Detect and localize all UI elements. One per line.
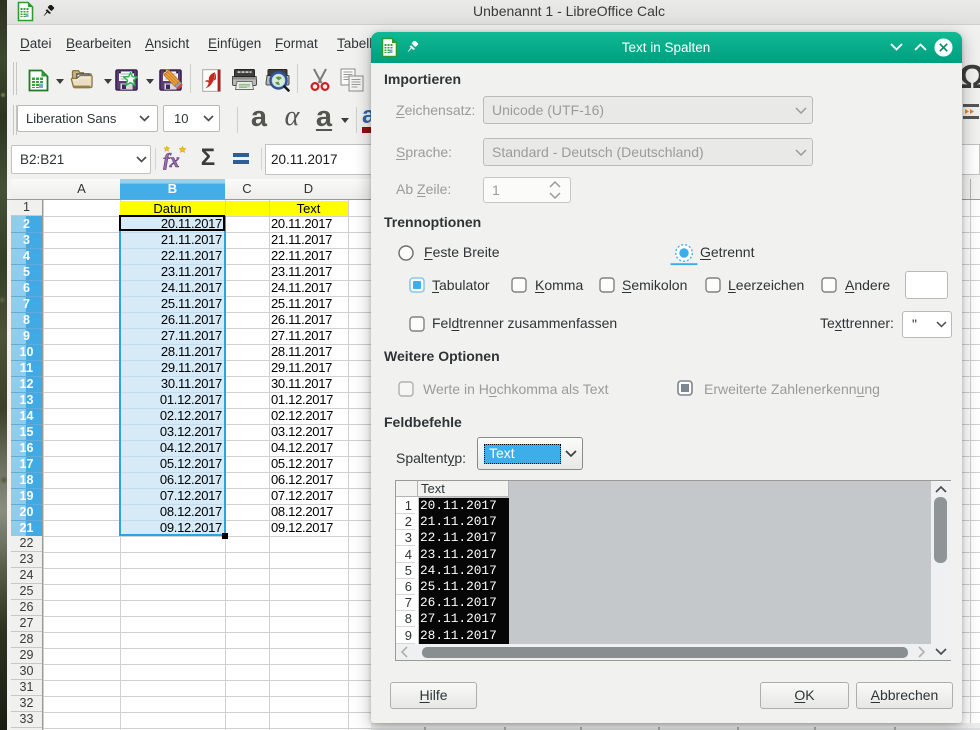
svg-text:fx: fx — [163, 150, 180, 170]
